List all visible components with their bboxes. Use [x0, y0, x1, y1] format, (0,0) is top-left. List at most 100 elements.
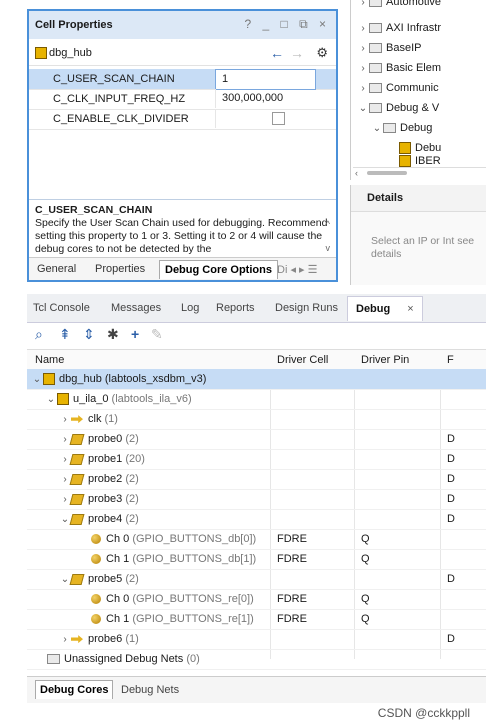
debug-panel: Tcl Console Messages Log Reports Design …	[27, 294, 486, 710]
object-row: dbg_hub ← → ⚙	[29, 41, 336, 66]
tab-debug-cores[interactable]: Debug Cores	[35, 680, 114, 699]
column-driver-cell[interactable]: Driver Cell	[277, 354, 328, 366]
description-title: C_USER_SCAN_CHAIN	[35, 204, 153, 216]
object-name: dbg_hub	[49, 47, 92, 59]
tree-row[interactable]: Ch 1 (GPIO_BUTTONS_db[1]) FDRE Q	[27, 549, 486, 570]
chevron-right-icon[interactable]: ›	[59, 490, 71, 510]
back-arrow-icon[interactable]: ←	[270, 45, 284, 61]
chevron-right-icon[interactable]: ›	[59, 410, 71, 430]
details-hint: Select an IP or Int see details	[371, 235, 475, 260]
tree-row[interactable]: › probe0 (2) D	[27, 429, 486, 450]
folder-icon	[47, 654, 60, 665]
net-dot-icon	[91, 554, 101, 565]
bus-icon	[69, 573, 85, 585]
column-driver-pin[interactable]: Driver Pin	[361, 354, 409, 366]
tree-item[interactable]: › Basic Elem	[357, 58, 441, 78]
tree-row[interactable]: ⌄ probe5 (2) D	[27, 569, 486, 590]
property-description: C_USER_SCAN_CHAIN Specify the User Scan …	[29, 199, 336, 257]
property-row[interactable]: C_ENABLE_CLK_DIVIDER	[29, 109, 336, 130]
chevron-right-icon[interactable]: ›	[59, 450, 71, 470]
scroll-up-icon[interactable]: ^	[326, 218, 330, 231]
tree-row[interactable]: › clk (1)	[27, 409, 486, 430]
tab-debug[interactable]: Debug ×	[347, 296, 423, 321]
tree-row[interactable]: Ch 0 (GPIO_BUTTONS_db[0]) FDRE Q	[27, 529, 486, 550]
tree-item[interactable]: ⌄ Debug	[371, 118, 433, 138]
tab-design-runs[interactable]: Design Runs	[275, 302, 338, 314]
tree-row[interactable]: ⌄ probe4 (2) D	[27, 509, 486, 530]
tree-row[interactable]: › probe2 (2) D	[27, 469, 486, 490]
tree-row[interactable]: Unassigned Debug Nets (0)	[27, 649, 486, 670]
chevron-right-icon[interactable]: ›	[59, 430, 71, 450]
tree-row[interactable]: › probe3 (2) D	[27, 489, 486, 510]
tree-item[interactable]: › Communic	[357, 78, 438, 98]
collapse-all-icon[interactable]: ⇞	[59, 326, 71, 343]
tab-overflow[interactable]: Di ◂ ▸ ☰	[277, 263, 317, 276]
tree-row[interactable]: ⌄ u_ila_0 (labtools_ila_v6)	[27, 389, 486, 410]
tree-row[interactable]: › probe1 (20) D	[27, 449, 486, 470]
tab-log[interactable]: Log	[181, 302, 199, 314]
tab-debug-core-options[interactable]: Debug Core Options	[159, 260, 278, 279]
chip-icon	[57, 393, 69, 406]
details-header: Details	[351, 185, 486, 212]
tab-properties[interactable]: Properties	[95, 263, 145, 275]
net-icon	[71, 415, 83, 424]
property-row[interactable]: C_CLK_INPUT_FREQ_HZ 300,000,000	[29, 89, 336, 110]
chevron-right-icon[interactable]: ›	[59, 470, 71, 490]
bus-icon	[69, 453, 85, 465]
net-icon	[71, 635, 83, 644]
scroll-down-icon[interactable]: v	[326, 242, 331, 255]
ip-catalog-tree: › Automotive › AXI Infrastr › BaseIP › Basic…	[350, 0, 486, 180]
tree-row[interactable]: ⌄ dbg_hub (labtools_xsdbm_v3)	[27, 369, 486, 390]
tree-item[interactable]: IBER	[399, 155, 441, 167]
property-row[interactable]: C_USER_SCAN_CHAIN 1	[29, 69, 336, 90]
debug-bottom-tabs: Debug Cores Debug Nets	[27, 676, 486, 703]
tab-tcl-console[interactable]: Tcl Console	[33, 302, 90, 314]
tree-item[interactable]: › BaseIP	[357, 38, 421, 58]
chevron-down-icon[interactable]: ⌄	[59, 570, 71, 590]
chevron-down-icon[interactable]: ⌄	[31, 370, 43, 390]
tree-item[interactable]: ⌄ Debug & V	[357, 98, 439, 118]
debug-toolbar: ⌕ ⇞ ⇕ ✱ + ✎	[27, 323, 486, 347]
chevron-right-icon[interactable]: ›	[59, 630, 71, 650]
property-name: C_ENABLE_CLK_DIVIDER	[53, 113, 189, 125]
tab-general[interactable]: General	[37, 263, 76, 275]
property-value-input[interactable]: 1	[215, 69, 316, 90]
tree-row[interactable]: Ch 0 (GPIO_BUTTONS_re[0]) FDRE Q	[27, 589, 486, 610]
window-buttons[interactable]: ? _ □ ⧉ ×	[244, 17, 330, 32]
watermark: CSDN @cckkppll	[377, 706, 470, 720]
column-name[interactable]: Name	[35, 354, 64, 366]
bus-icon	[69, 473, 85, 485]
add-probe-icon[interactable]: +	[131, 326, 139, 342]
main-tab-bar: Tcl Console Messages Log Reports Design …	[27, 294, 486, 323]
tab-messages[interactable]: Messages	[111, 302, 161, 314]
debug-bug-icon[interactable]: ✱	[107, 326, 119, 343]
scroll-left-icon[interactable]: ‹	[355, 168, 358, 178]
search-icon[interactable]: ⌕	[35, 326, 43, 343]
horizontal-scrollbar[interactable]: ‹	[353, 167, 486, 178]
scrollbar-thumb[interactable]	[367, 171, 407, 175]
tree-row[interactable]: › probe6 (1) D	[27, 629, 486, 650]
property-name: C_CLK_INPUT_FREQ_HZ	[53, 93, 186, 105]
tab-debug-nets[interactable]: Debug Nets	[121, 684, 179, 696]
forward-arrow-icon[interactable]: →	[290, 45, 304, 61]
property-value[interactable]: 300,000,000	[215, 89, 336, 108]
column-f[interactable]: F	[447, 354, 454, 366]
chevron-down-icon[interactable]: ⌄	[45, 390, 57, 410]
tree-item[interactable]: › Automotive	[357, 0, 441, 12]
property-value	[215, 109, 336, 128]
tree-item[interactable]: › AXI Infrastr	[357, 18, 441, 38]
gear-icon[interactable]: ⚙	[316, 45, 328, 61]
panel-title: Cell Properties	[35, 19, 113, 31]
chevron-down-icon[interactable]: ⌄	[59, 510, 71, 530]
expand-all-icon[interactable]: ⇕	[83, 326, 95, 343]
tab-reports[interactable]: Reports	[216, 302, 255, 314]
enable-clk-divider-checkbox[interactable]	[272, 111, 285, 125]
bus-icon	[69, 433, 85, 445]
edit-icon[interactable]: ✎	[151, 326, 163, 343]
table-header: Name Driver Cell Driver Pin F	[27, 349, 486, 371]
close-icon[interactable]: ×	[407, 303, 413, 315]
net-dot-icon	[91, 594, 101, 605]
tree-row[interactable]: Ch 1 (GPIO_BUTTONS_re[1]) FDRE Q	[27, 609, 486, 630]
cell-properties-tabs: General Properties Debug Core Options Di…	[29, 257, 336, 280]
cell-properties-titlebar: Cell Properties ? _ □ ⧉ ×	[29, 11, 336, 39]
